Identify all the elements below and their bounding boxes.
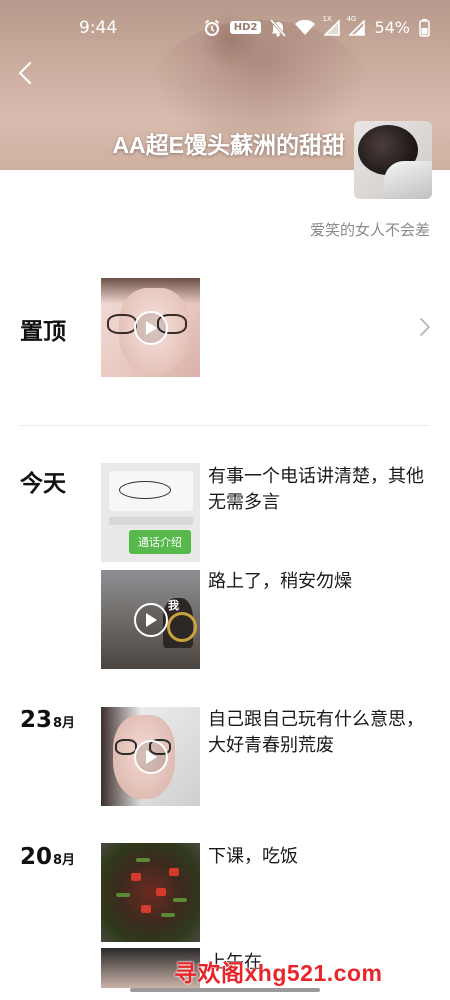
pinned-video-thumbnail[interactable] [101,278,200,377]
food-green [173,898,187,902]
today-label: 今天 [20,471,66,497]
food-pepper [156,888,166,896]
home-indicator[interactable] [130,988,320,992]
chevron-right-icon[interactable] [418,316,432,338]
date-label: 23 8月 [20,707,75,733]
signal-4g-icon: 4G [346,15,366,36]
date-day: 23 [20,707,53,733]
food-green [136,858,150,862]
chevron-left-icon [18,61,32,85]
profile-name: AA超E馒头蘇洲的甜甜 [112,132,345,158]
date-month: 8月 [53,853,76,868]
divider [20,425,430,426]
thumb-caption: 我 [168,599,179,612]
post-text[interactable]: 路上了，稍安勿燥 [208,569,436,595]
status-icons: HD2 1X 4G 54% [203,15,430,37]
status-time: 9:44 [79,18,118,38]
date-month: 8月 [53,716,76,731]
mute-bell-icon [270,18,287,37]
food-pepper [141,905,151,913]
play-icon [133,310,168,345]
network-label-2: 4G [346,14,357,23]
back-button[interactable] [10,58,40,88]
food-pepper [131,873,141,881]
post-text[interactable]: 下课，吃饭 [208,844,436,870]
thumb-glasses-left [107,314,137,334]
food-green [161,913,175,917]
post-video-thumbnail[interactable]: 我 [101,570,200,669]
thumb-wheel [167,612,197,642]
pinned-label: 置顶 [20,319,66,345]
thumb-circle-mark [119,481,171,499]
hd-badge: HD2 [229,21,262,34]
status-bar: 9:44 HD2 1X 4G 54% [0,0,450,56]
signal-1x-icon: 1X [322,15,341,36]
thumb-bar [109,517,193,525]
date-label: 20 8月 [20,844,75,870]
profile-signature: 爱笑的女人不会差 [309,221,430,239]
battery-percent: 54% [374,18,410,37]
date-day: 20 [20,844,53,870]
post-thumbnail-image[interactable] [101,843,200,942]
play-icon [133,739,168,774]
post-text[interactable]: 自己跟自己玩有什么意思，大好青春别荒废 [208,707,436,759]
post-text[interactable]: 有事一个电话讲清楚，其他无需多言 [208,464,436,516]
food-pepper [169,868,179,876]
play-icon [133,602,168,637]
thumb-green-button: 通话介绍 [129,530,191,554]
post-thumbnail-image[interactable]: 通话介绍 [101,463,200,562]
watermark: 寻欢阁xhg521.com [174,960,383,986]
avatar[interactable] [354,121,432,199]
post-video-thumbnail[interactable] [101,707,200,806]
alarm-icon [203,19,221,37]
battery-icon [419,18,430,37]
wifi-icon [295,19,316,36]
network-label: 1X [322,14,332,23]
avatar-shirt [384,161,432,199]
food-green [116,893,130,897]
